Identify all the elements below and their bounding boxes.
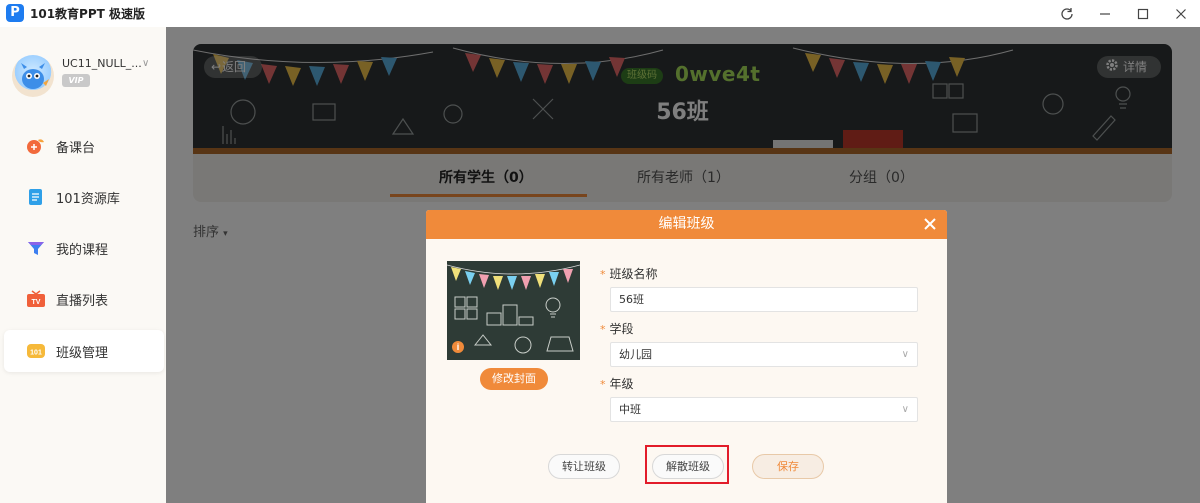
sidebar-item-my-courses[interactable]: 我的课程 — [0, 227, 166, 269]
grade-label: * 年级 — [600, 377, 634, 391]
refresh-icon[interactable] — [1048, 0, 1086, 27]
sidebar-item-resource-library[interactable]: 101资源库 — [0, 176, 166, 218]
svg-text:i: i — [457, 342, 460, 352]
close-icon[interactable] — [1162, 0, 1200, 27]
vip-badge: VIP — [62, 74, 90, 87]
change-cover-button[interactable]: 修改封面 — [480, 368, 548, 390]
required-mark: * — [600, 268, 606, 281]
chevron-down-icon: ∨ — [901, 404, 909, 415]
lesson-prep-icon — [26, 137, 46, 155]
required-mark: * — [600, 378, 606, 391]
app-title: 101教育PPT 极速版 — [30, 7, 146, 21]
sidebar-item-label: 备课台 — [56, 140, 96, 156]
transfer-class-button[interactable]: 转让班级 — [548, 454, 620, 479]
sidebar-item-class-management[interactable]: 101 班级管理 — [4, 330, 164, 372]
sidebar-item-live-list[interactable]: TV 直播列表 — [0, 278, 166, 320]
sidebar-item-label: 直播列表 — [56, 293, 109, 309]
user-name[interactable]: UC11_NULL_... — [62, 57, 142, 70]
resource-library-icon — [26, 188, 46, 206]
window-controls — [1048, 0, 1200, 27]
class-cover-image: i — [447, 261, 580, 360]
save-button[interactable]: 保存 — [752, 454, 824, 479]
avatar[interactable] — [12, 55, 54, 97]
close-icon[interactable] — [921, 215, 939, 233]
class-management-icon: 101 — [26, 342, 46, 360]
highlight-box — [645, 445, 729, 484]
title-bar: P 101教育PPT 极速版 — [0, 0, 1200, 27]
sidebar-item-label: 班级管理 — [56, 345, 109, 361]
app-logo-icon: P — [6, 4, 24, 22]
required-mark: * — [600, 323, 606, 336]
sidebar-item-label: 我的课程 — [56, 242, 109, 258]
sidebar: UC11_NULL_... ∨ VIP 备课台 101资源库 我的课程 TV 直… — [0, 27, 166, 503]
live-tv-icon: TV — [26, 290, 46, 308]
sidebar-item-lesson-prep[interactable]: 备课台 — [0, 125, 166, 167]
chevron-down-icon[interactable]: ∨ — [142, 58, 149, 69]
chevron-down-icon: ∨ — [901, 349, 909, 360]
grade-select[interactable]: 中班 ∨ — [610, 397, 918, 422]
minimize-icon[interactable] — [1086, 0, 1124, 27]
dialog-header: 编辑班级 — [426, 210, 947, 239]
my-courses-icon — [26, 239, 46, 257]
class-name-label: * 班级名称 — [600, 267, 658, 281]
dialog-title: 编辑班级 — [658, 216, 715, 232]
school-stage-select[interactable]: 幼儿园 ∨ — [610, 342, 918, 367]
class-name-input[interactable]: 56班 — [610, 287, 918, 312]
maximize-icon[interactable] — [1124, 0, 1162, 27]
svg-text:TV: TV — [32, 299, 41, 306]
svg-text:101: 101 — [30, 350, 42, 357]
school-stage-label: * 学段 — [600, 322, 634, 336]
sidebar-item-label: 101资源库 — [56, 191, 120, 207]
